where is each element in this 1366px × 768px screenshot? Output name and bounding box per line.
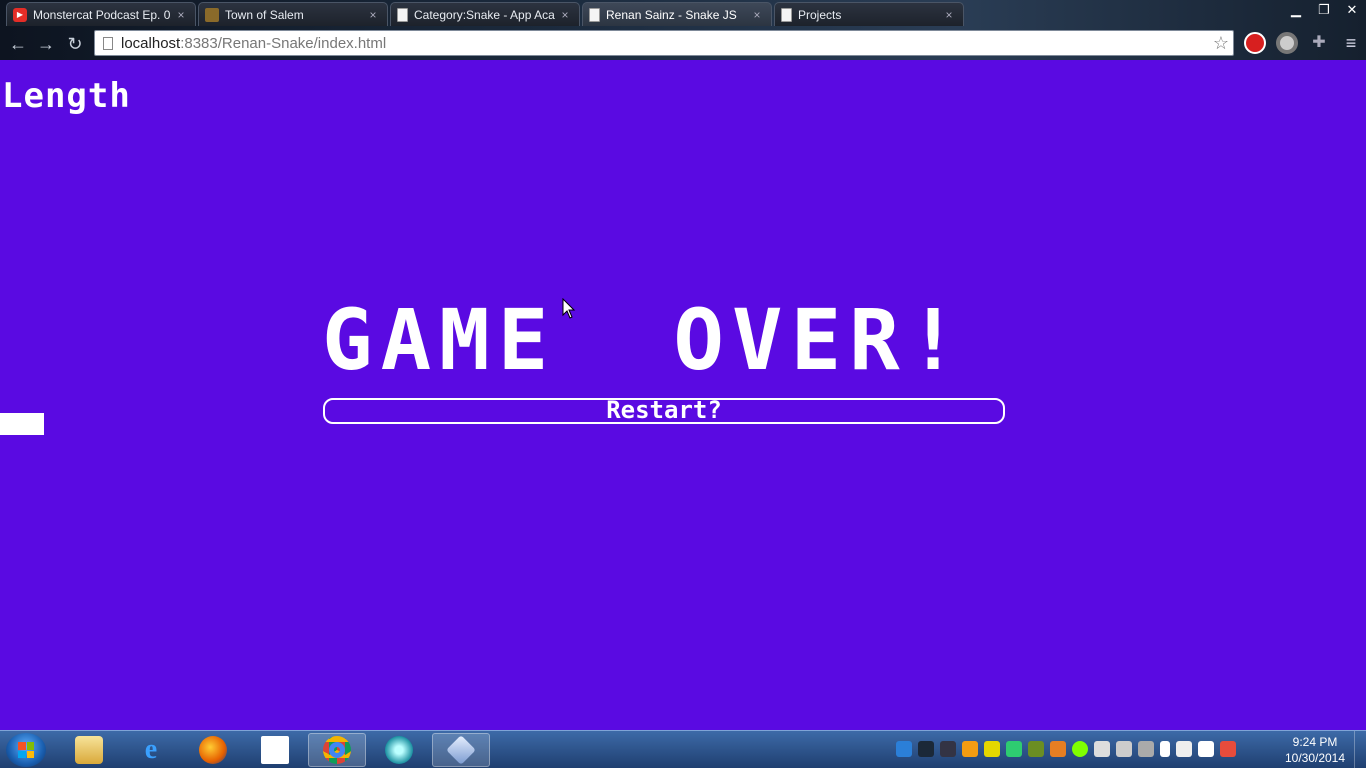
close-tab-icon[interactable]: × bbox=[559, 8, 571, 22]
taskbar-clock[interactable]: 9:24 PM 10/30/2014 bbox=[1280, 734, 1350, 766]
wifi-icon[interactable] bbox=[1072, 741, 1088, 757]
action-center-icon[interactable] bbox=[1220, 741, 1236, 757]
tab-strip: ▶ Monstercat Podcast Ep. 02 × Town of Sa… bbox=[0, 0, 1260, 28]
restart-button[interactable]: Restart? bbox=[323, 398, 1005, 424]
tab-renan-snake[interactable]: Renan Sainz - Snake JS × bbox=[582, 2, 772, 26]
close-tab-icon[interactable]: × bbox=[943, 8, 955, 22]
internet-explorer-icon: e bbox=[144, 734, 158, 765]
power-extension-icon[interactable] bbox=[1244, 32, 1266, 54]
menu-icon[interactable]: ≡ bbox=[1340, 32, 1362, 54]
restore-icon[interactable]: ❐ bbox=[1310, 0, 1338, 20]
tab-title: Town of Salem bbox=[225, 7, 304, 22]
tray-app-icon[interactable] bbox=[984, 741, 1000, 757]
minimize-icon[interactable]: ▁ bbox=[1282, 0, 1310, 20]
battery-icon[interactable] bbox=[1160, 741, 1170, 757]
game-canvas[interactable]: Length GAME OVER! Restart? bbox=[0, 60, 1366, 730]
address-bar[interactable]: localhost:8383/Renan-Snake/index.html ☆ bbox=[94, 30, 1234, 56]
taskbar-network-app[interactable] bbox=[370, 733, 428, 767]
snake-segment bbox=[0, 413, 44, 435]
clock-date: 10/30/2014 bbox=[1284, 751, 1346, 765]
bookmark-star-icon[interactable]: ☆ bbox=[1213, 33, 1229, 53]
tab-town-of-salem[interactable]: Town of Salem × bbox=[198, 2, 388, 26]
close-tab-icon[interactable]: × bbox=[175, 8, 187, 22]
tray-app-icon[interactable] bbox=[1138, 741, 1154, 757]
tab-title: Category:Snake - App Aca bbox=[414, 7, 555, 22]
show-desktop-button[interactable] bbox=[1354, 731, 1366, 768]
close-window-icon[interactable]: ✕ bbox=[1338, 0, 1366, 20]
signal-icon[interactable] bbox=[1198, 741, 1214, 757]
puzzle-extension-icon[interactable]: ✚ bbox=[1308, 32, 1330, 54]
taskbar: e 9:24 PM 10/30/2014 bbox=[0, 730, 1366, 768]
taskbar-file-explorer[interactable] bbox=[60, 733, 118, 767]
network-app-icon bbox=[385, 736, 413, 764]
taskbar-chrome[interactable] bbox=[308, 733, 366, 767]
game-over-title: GAME OVER! bbox=[322, 291, 967, 389]
apps-grid-icon bbox=[261, 736, 289, 764]
clock-time: 9:24 PM bbox=[1292, 735, 1338, 749]
tab-title: Renan Sainz - Snake JS bbox=[606, 7, 737, 22]
chrome-icon bbox=[323, 736, 351, 764]
tray-app-icon[interactable] bbox=[1094, 741, 1110, 757]
tab-title: Projects bbox=[798, 7, 842, 22]
tray-app-icon[interactable] bbox=[940, 741, 956, 757]
youtube-icon: ▶ bbox=[13, 7, 27, 22]
reload-icon[interactable]: ↻ bbox=[63, 32, 87, 56]
circle-extension-icon[interactable] bbox=[1276, 32, 1298, 54]
windows-logo-icon bbox=[18, 742, 34, 758]
page-icon bbox=[397, 7, 408, 22]
page-icon bbox=[589, 7, 600, 22]
tab-projects[interactable]: Projects × bbox=[774, 2, 964, 26]
steam-icon[interactable] bbox=[918, 741, 934, 757]
malwarebytes-icon[interactable] bbox=[896, 741, 912, 757]
tab-category-snake[interactable]: Category:Snake - App Aca × bbox=[390, 2, 580, 26]
tray-app-icon[interactable] bbox=[1028, 741, 1044, 757]
virtualbox-icon bbox=[446, 735, 476, 765]
close-tab-icon[interactable]: × bbox=[367, 8, 379, 22]
url-path: :8383/Renan-Snake/index.html bbox=[180, 34, 387, 52]
url-host: localhost bbox=[121, 34, 181, 52]
page-icon bbox=[781, 7, 792, 22]
forward-arrow-icon[interactable]: → bbox=[34, 32, 58, 56]
taskbar-firefox[interactable] bbox=[184, 733, 242, 767]
start-button[interactable] bbox=[6, 733, 46, 767]
taskbar-apps-grid[interactable] bbox=[246, 733, 304, 767]
mouse-cursor-icon bbox=[562, 298, 576, 319]
tab-title: Monstercat Podcast Ep. 02 bbox=[33, 7, 171, 22]
tray-app-icon[interactable] bbox=[1006, 741, 1022, 757]
close-tab-icon[interactable]: × bbox=[751, 8, 763, 22]
tab-monstercat[interactable]: ▶ Monstercat Podcast Ep. 02 × bbox=[6, 2, 196, 26]
taskbar-internet-explorer[interactable]: e bbox=[122, 733, 180, 767]
back-arrow-icon[interactable]: ← bbox=[6, 32, 30, 56]
firefox-icon bbox=[199, 736, 227, 764]
url-text: localhost:8383/Renan-Snake/index.html bbox=[121, 35, 386, 52]
monitor-icon[interactable] bbox=[1116, 741, 1132, 757]
length-label: Length bbox=[2, 76, 131, 116]
taskbar-virtualbox[interactable] bbox=[432, 733, 490, 767]
window-controls: ▁ ❐ ✕ bbox=[1282, 0, 1366, 20]
browser-toolbar: ← → ↻ localhost:8383/Renan-Snake/index.h… bbox=[0, 28, 1366, 60]
tray-app-icon[interactable] bbox=[1050, 741, 1066, 757]
system-tray bbox=[896, 741, 1236, 759]
browser-chrome: ▶ Monstercat Podcast Ep. 02 × Town of Sa… bbox=[0, 0, 1366, 60]
page-icon bbox=[103, 36, 113, 50]
tray-app-icon[interactable] bbox=[962, 741, 978, 757]
file-explorer-icon bbox=[75, 736, 103, 764]
town-of-salem-icon bbox=[205, 7, 219, 22]
volume-icon[interactable] bbox=[1176, 741, 1192, 757]
